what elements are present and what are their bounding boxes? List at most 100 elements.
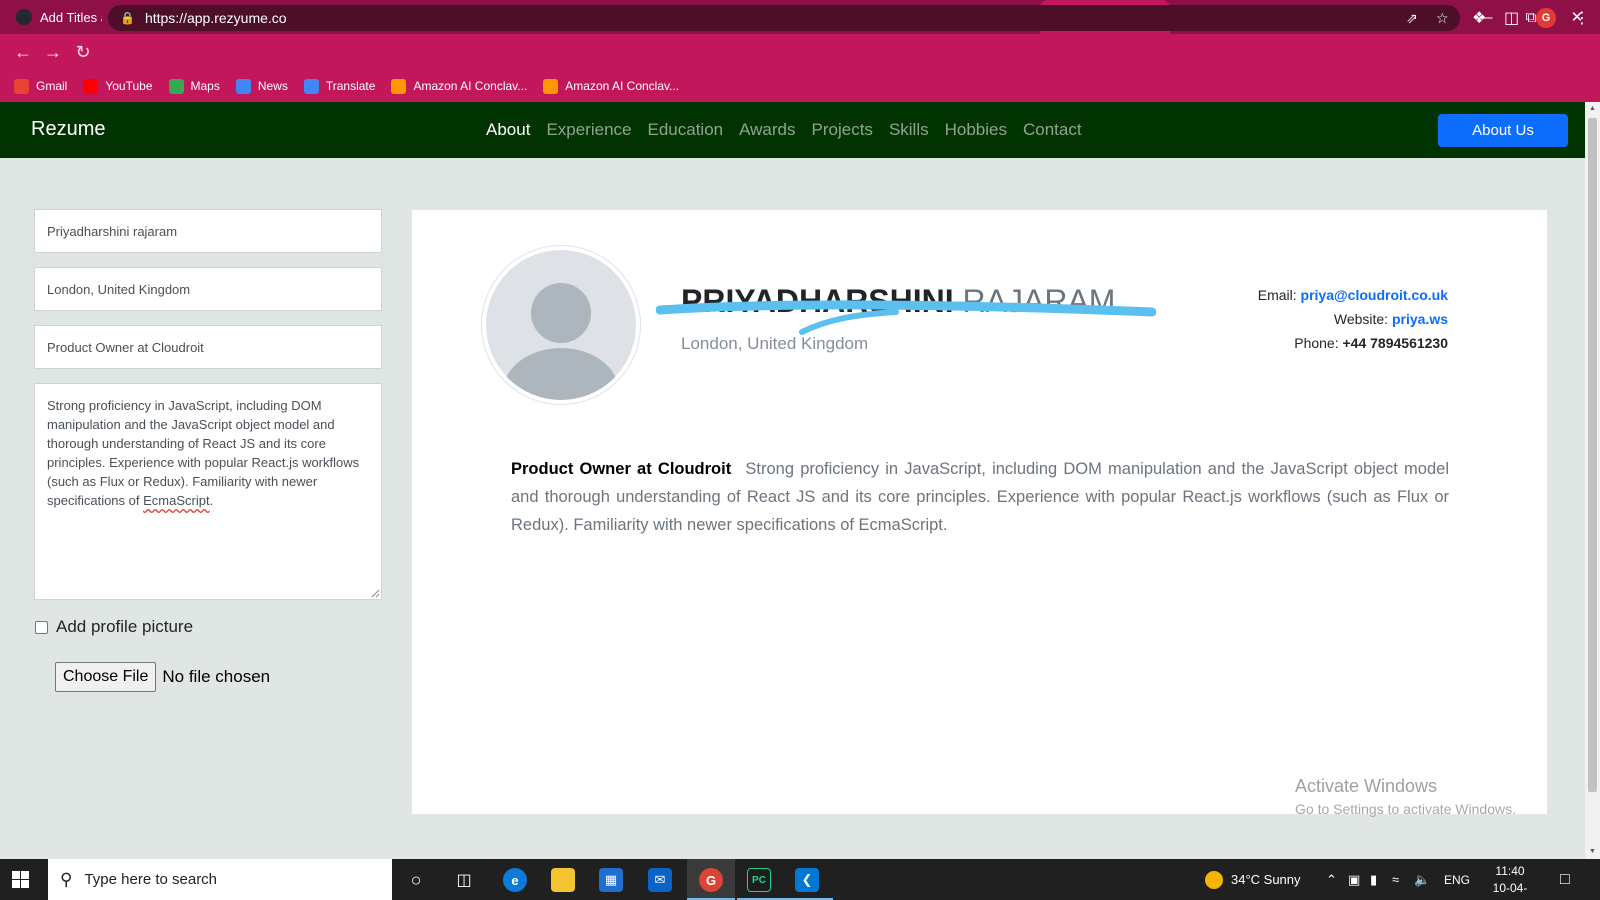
sunny-weather-icon xyxy=(1205,870,1223,889)
back-arrow-icon[interactable]: ← xyxy=(8,42,38,63)
nav-link-experience[interactable]: Experience xyxy=(546,120,631,140)
choose-file-button[interactable]: Choose File xyxy=(55,662,157,692)
show-hidden-icons-chevron-icon[interactable]: ⌃ xyxy=(1326,859,1337,900)
bookmark-label: Gmail xyxy=(36,79,68,93)
browser-menu-icon[interactable]: ⋮ xyxy=(1574,8,1590,28)
url-text: https://app.rezyume.co xyxy=(144,10,287,26)
file-upload: Choose File No file chosen xyxy=(55,662,270,692)
cortana-icon[interactable]: ○ xyxy=(404,868,428,892)
file-explorer-icon[interactable] xyxy=(551,868,575,892)
bookmark-item[interactable]: YouTube xyxy=(83,78,153,94)
windows-start-icon[interactable] xyxy=(12,871,29,888)
extensions-puzzle-icon[interactable]: ❖ xyxy=(1472,8,1486,28)
store-icon[interactable]: ▦ xyxy=(599,868,623,892)
clock-time: 11:40 xyxy=(1495,864,1525,878)
forward-arrow-icon[interactable]: → xyxy=(38,42,68,63)
resume-summary: Product Owner at Cloudroit Strong profic… xyxy=(511,455,1449,539)
meet-now-icon[interactable]: ▣ xyxy=(1348,859,1360,900)
wifi-icon[interactable]: ≈ xyxy=(1392,859,1399,900)
bookmark-star-icon[interactable]: ☆ xyxy=(1436,5,1449,31)
website-label: Website: xyxy=(1333,311,1389,327)
bookmark-label: YouTube xyxy=(105,79,153,93)
search-icon: ⚲ xyxy=(60,869,73,889)
site-navbar: Rezume About Experience Education Awards Pro… xyxy=(0,102,1585,158)
resume-last-name: RAJARAM xyxy=(962,283,1116,319)
bio-text: Strong proficiency in JavaScript, includ… xyxy=(47,398,360,508)
battery-icon[interactable]: ▮ xyxy=(1370,859,1377,900)
bookmark-item[interactable]: Translate xyxy=(303,78,376,94)
chrome-icon[interactable]: G xyxy=(699,868,723,892)
nav-link-awards[interactable]: Awards xyxy=(739,120,795,140)
nav-link-projects[interactable]: Projects xyxy=(812,120,873,140)
scroll-down-arrow-icon[interactable]: ▼ xyxy=(1585,845,1600,859)
taskbar-search-box[interactable]: ⚲ Type here to search xyxy=(48,859,392,900)
browser-tab-label: Add Titles an xyxy=(40,9,102,25)
email-label: Email: xyxy=(1257,287,1297,303)
news-icon xyxy=(235,78,251,94)
job-title-input[interactable] xyxy=(34,325,382,369)
site-brand[interactable]: Rezume xyxy=(31,118,105,141)
amazon-icon xyxy=(543,78,559,94)
nav-link-about[interactable]: About xyxy=(486,120,530,140)
nav-link-education[interactable]: Education xyxy=(648,120,724,140)
task-view-icon[interactable]: ◫ xyxy=(452,868,476,892)
language-indicator[interactable]: ENG xyxy=(1444,859,1470,900)
mail-icon[interactable]: ✉ xyxy=(648,868,672,892)
profile-picture-checkbox[interactable] xyxy=(35,620,48,634)
lock-icon[interactable]: 🔒 xyxy=(120,11,135,25)
resume-full-name: PRIYADHARSHINI RAJARAM xyxy=(681,283,1115,320)
resume-location: London, United Kingdom xyxy=(681,334,869,353)
bio-textarea[interactable]: Strong proficiency in JavaScript, includ… xyxy=(34,383,382,600)
person-silhouette-icon xyxy=(486,250,636,400)
bio-spellcheck-word: EcmaScript xyxy=(143,493,210,508)
address-bar[interactable]: 🔒 https://app.rezyume.co ⇗ ☆ xyxy=(108,5,1460,31)
nav-link-hobbies[interactable]: Hobbies xyxy=(945,120,1007,140)
bio-text-end: . xyxy=(209,493,214,508)
vscode-icon[interactable]: ❮ xyxy=(795,868,819,892)
resume-first-name: PRIYADHARSHINI xyxy=(681,283,954,319)
contact-phone: Phone: +44 7894561230 xyxy=(1148,335,1448,351)
bookmark-label: Amazon AI Conclav... xyxy=(565,79,680,93)
weather-widget[interactable]: 34°C Sunny xyxy=(1205,859,1301,900)
bookmark-label: Translate xyxy=(325,79,376,93)
weather-text: 34°C Sunny xyxy=(1231,872,1301,887)
name-input[interactable] xyxy=(34,209,382,253)
profile-picture-label: Add profile picture xyxy=(56,617,194,636)
contact-website: Website: priya.ws xyxy=(1148,311,1448,327)
resume-job-title: Product Owner at Cloudroit xyxy=(511,460,732,478)
location-input[interactable] xyxy=(34,267,382,311)
bookmark-item[interactable]: Amazon AI Conclav... xyxy=(543,78,680,94)
pycharm-icon[interactable]: PC xyxy=(747,868,771,892)
translate-icon xyxy=(303,78,319,94)
edge-icon[interactable]: e xyxy=(503,868,527,892)
profile-avatar[interactable]: G xyxy=(1536,8,1556,28)
website-link[interactable]: priya.ws xyxy=(1392,311,1448,327)
share-icon[interactable]: ⇗ xyxy=(1406,5,1418,31)
scrollbar-thumb[interactable] xyxy=(1588,118,1597,792)
bookmark-item[interactable]: Maps xyxy=(168,78,220,94)
phone-label: Phone: xyxy=(1294,335,1339,351)
activate-windows-title: Activate Windows xyxy=(1295,776,1438,796)
nav-link-contact[interactable]: Contact xyxy=(1023,120,1082,140)
bookmark-item[interactable]: News xyxy=(235,78,288,94)
amazon-icon xyxy=(391,78,407,94)
side-panel-icon[interactable]: ◫ xyxy=(1504,8,1519,28)
bookmark-label: News xyxy=(257,79,288,93)
resize-grip-icon[interactable] xyxy=(370,588,380,598)
profile-avatar-placeholder xyxy=(481,245,641,405)
profile-picture-toggle[interactable]: Add profile picture xyxy=(35,617,193,637)
bookmark-item[interactable]: Gmail xyxy=(14,78,68,94)
gmail-icon xyxy=(14,78,29,94)
reload-icon[interactable]: ↻ xyxy=(68,42,98,63)
email-link[interactable]: priya@cloudroit.co.uk xyxy=(1301,287,1448,303)
volume-icon[interactable]: 🔈 xyxy=(1414,859,1430,900)
notifications-icon[interactable]: □ xyxy=(1560,859,1570,900)
scroll-up-arrow-icon[interactable]: ▲ xyxy=(1585,102,1600,116)
file-status: No file chosen xyxy=(162,667,271,686)
about-us-button[interactable]: About Us xyxy=(1438,114,1568,147)
maps-icon xyxy=(168,78,184,94)
activate-windows-subtitle: Go to Settings to activate Windows. xyxy=(1295,801,1516,817)
nav-link-skills[interactable]: Skills xyxy=(889,120,929,140)
bookmark-item[interactable]: Amazon AI Conclav... xyxy=(391,78,527,94)
taskbar-clock[interactable]: 11:40 10-04-2022 xyxy=(1480,863,1540,900)
